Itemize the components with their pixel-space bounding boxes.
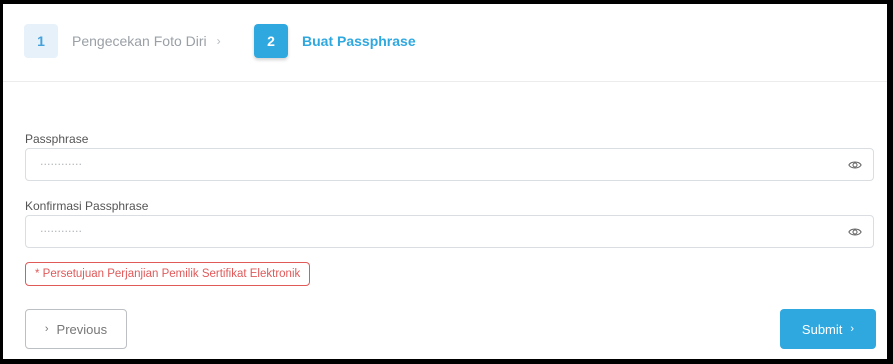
previous-button[interactable]: › Previous	[25, 309, 127, 349]
submit-label: Submit	[801, 321, 843, 337]
stepper: 1 Pengecekan Foto Diri › 2 Buat Passphra…	[3, 4, 887, 82]
step-label: Pengecekan Foto Diri	[72, 33, 207, 49]
previous-label: Previous	[56, 321, 108, 337]
eye-icon[interactable]	[848, 225, 862, 239]
passphrase-field[interactable]: ············	[25, 148, 874, 181]
chevron-right-icon: ›	[44, 323, 49, 335]
passphrase-value: ············	[40, 158, 82, 171]
passphrase-form-panel: 1 Pengecekan Foto Diri › 2 Buat Passphra…	[3, 4, 887, 359]
passphrase-label: Passphrase	[25, 132, 89, 146]
consent-agreement-link[interactable]: * Persetujuan Perjanjian Pemilik Sertifi…	[25, 262, 311, 286]
submit-button[interactable]: Submit ›	[780, 309, 876, 349]
step-number: 2	[254, 24, 288, 58]
confirm-passphrase-label: Konfirmasi Passphrase	[25, 199, 149, 213]
confirm-passphrase-field[interactable]: ············	[25, 215, 874, 248]
step-label: Buat Passphrase	[302, 33, 416, 49]
step-number: 1	[24, 24, 58, 58]
step-photo-check[interactable]: 1 Pengecekan Foto Diri ›	[24, 23, 221, 59]
confirm-passphrase-value: ············	[40, 225, 82, 238]
step-create-passphrase[interactable]: 2 Buat Passphrase	[254, 23, 416, 59]
eye-icon[interactable]	[848, 158, 862, 172]
chevron-right-icon: ›	[216, 34, 221, 48]
chevron-right-icon: ›	[850, 323, 855, 335]
